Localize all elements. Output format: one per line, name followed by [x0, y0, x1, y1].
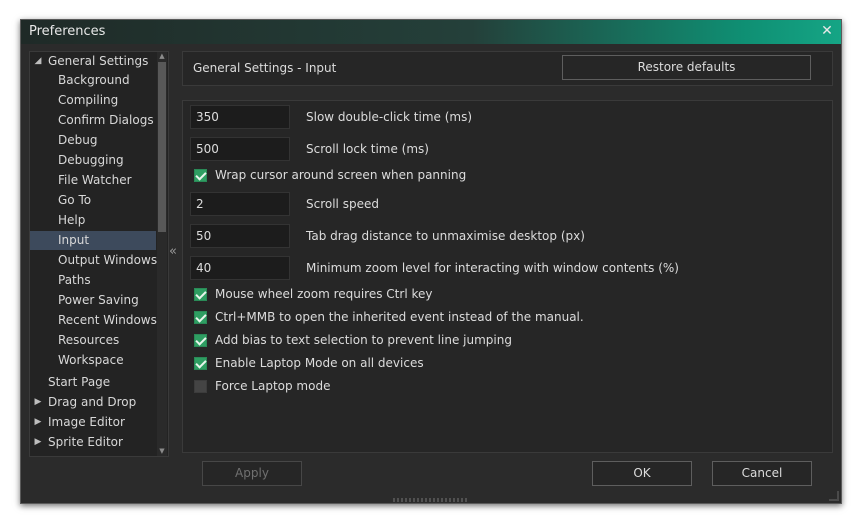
tree-item-workspace[interactable]: Workspace [30, 351, 156, 370]
settings-content: 350 Slow double-click time (ms) 500 Scro… [182, 100, 833, 453]
scroll-lock-input[interactable]: 500 [190, 137, 290, 161]
tree-item-label: Go To [58, 193, 92, 207]
tree-item-general-settings[interactable]: ◢ General Settings [30, 52, 156, 71]
scroll-up-icon[interactable]: ▲ [157, 52, 167, 61]
min-zoom-label: Minimum zoom level for interacting with … [306, 261, 679, 275]
min-zoom-input[interactable]: 40 [190, 256, 290, 280]
tree-item-background[interactable]: Background [30, 71, 156, 90]
tree-item-label: Debugging [58, 153, 124, 167]
tree-item-input[interactable]: Input [30, 231, 156, 250]
slow-double-click-label: Slow double-click time (ms) [306, 110, 473, 124]
scroll-lock-label: Scroll lock time (ms) [306, 142, 429, 156]
tree-item-label: Sprite Editor [48, 435, 123, 449]
tree-item-paths[interactable]: Paths [30, 271, 156, 290]
tab-drag-input[interactable]: 50 [190, 224, 290, 248]
tree-item-label: Input [58, 233, 90, 247]
wrap-cursor-checkbox[interactable] [194, 169, 207, 182]
tree-item-label: Output Windows [58, 253, 158, 267]
tree-item-label: File Watcher [58, 173, 132, 187]
tree-item-label: Help [58, 213, 86, 227]
ok-button[interactable]: OK [592, 461, 692, 486]
tree-item-label: Resources [58, 333, 120, 347]
ctrl-mmb-label: Ctrl+MMB to open the inherited event ins… [215, 310, 584, 324]
scroll-down-icon[interactable]: ▼ [157, 447, 167, 456]
settings-tree: ◢ General Settings Background Compiling … [29, 51, 169, 457]
tree-item-power-saving[interactable]: Power Saving [30, 291, 156, 310]
ctrl-mmb-checkbox[interactable] [194, 311, 207, 324]
tree-scrollbar[interactable]: ▲ ▼ [157, 52, 167, 456]
tree-item-label: Recent Windows [58, 313, 157, 327]
cancel-button[interactable]: Cancel [712, 461, 812, 486]
expand-arrow-icon[interactable]: ◢ [33, 52, 43, 71]
window-title: Preferences [29, 24, 106, 39]
tree-item-help[interactable]: Help [30, 211, 156, 230]
force-laptop-checkbox[interactable] [194, 380, 207, 393]
tree-item-file-watcher[interactable]: File Watcher [30, 171, 156, 190]
tree-item-label: Drag and Drop [48, 395, 137, 409]
close-icon[interactable]: ✕ [819, 23, 835, 39]
tree-item-output-windows[interactable]: Output Windows [30, 251, 158, 270]
title-bar[interactable]: Preferences ✕ [21, 20, 841, 44]
apply-button[interactable]: Apply [202, 461, 302, 486]
tree-item-label: General Settings [48, 54, 149, 68]
expand-arrow-icon[interactable]: ▶ [33, 393, 43, 412]
expand-arrow-icon[interactable]: ▶ [33, 413, 43, 432]
bottom-resize-grip[interactable] [393, 498, 469, 502]
wheel-zoom-ctrl-label: Mouse wheel zoom requires Ctrl key [215, 287, 433, 301]
tree-item-recent-windows[interactable]: Recent Windows [30, 311, 157, 330]
laptop-mode-all-checkbox[interactable] [194, 357, 207, 370]
tree-item-start-page[interactable]: Start Page [30, 373, 156, 392]
wheel-zoom-ctrl-checkbox[interactable] [194, 288, 207, 301]
collapse-panel-icon[interactable]: « [168, 242, 178, 262]
slow-double-click-input[interactable]: 350 [190, 105, 290, 129]
tab-drag-label: Tab drag distance to unmaximise desktop … [306, 229, 585, 243]
tree-item-label: Paths [58, 273, 91, 287]
settings-header: General Settings - Input Restore default… [182, 51, 833, 86]
tree-item-label: Start Page [48, 375, 111, 389]
tree-item-debugging[interactable]: Debugging [30, 151, 156, 170]
tree-item-label: Debug [58, 133, 98, 147]
scrollbar-thumb[interactable] [158, 62, 166, 232]
tree-item-label: Image Editor [48, 415, 125, 429]
wrap-cursor-label: Wrap cursor around screen when panning [215, 168, 467, 182]
scroll-speed-label: Scroll speed [306, 197, 379, 211]
tree-item-label: Workspace [58, 353, 124, 367]
tree-item-confirm-dialogs[interactable]: Confirm Dialogs [30, 111, 156, 130]
section-title: General Settings - Input [193, 61, 337, 75]
corner-resize-grip[interactable] [829, 491, 839, 501]
tree-item-label: Power Saving [58, 293, 139, 307]
tree-item-go-to[interactable]: Go To [30, 191, 156, 210]
restore-defaults-button[interactable]: Restore defaults [562, 55, 811, 80]
preferences-window: Preferences ✕ ◢ General Settings Backgro… [20, 19, 842, 504]
scroll-speed-input[interactable]: 2 [190, 192, 290, 216]
tree-item-label: Confirm Dialogs [58, 113, 154, 127]
tree-item-sprite-editor[interactable]: ▶ Sprite Editor [30, 433, 156, 452]
add-bias-checkbox[interactable] [194, 334, 207, 347]
tree-item-drag-and-drop[interactable]: ▶ Drag and Drop [30, 393, 156, 412]
tree-item-label: Compiling [58, 93, 119, 107]
expand-arrow-icon[interactable]: ▶ [33, 433, 43, 452]
tree-item-debug[interactable]: Debug [30, 131, 156, 150]
tree-item-label: Background [58, 73, 130, 87]
tree-item-image-editor[interactable]: ▶ Image Editor [30, 413, 156, 432]
force-laptop-label: Force Laptop mode [215, 379, 331, 393]
tree-item-resources[interactable]: Resources [30, 331, 156, 350]
tree-item-compiling[interactable]: Compiling [30, 91, 156, 110]
add-bias-label: Add bias to text selection to prevent li… [215, 333, 512, 347]
laptop-mode-all-label: Enable Laptop Mode on all devices [215, 356, 424, 370]
